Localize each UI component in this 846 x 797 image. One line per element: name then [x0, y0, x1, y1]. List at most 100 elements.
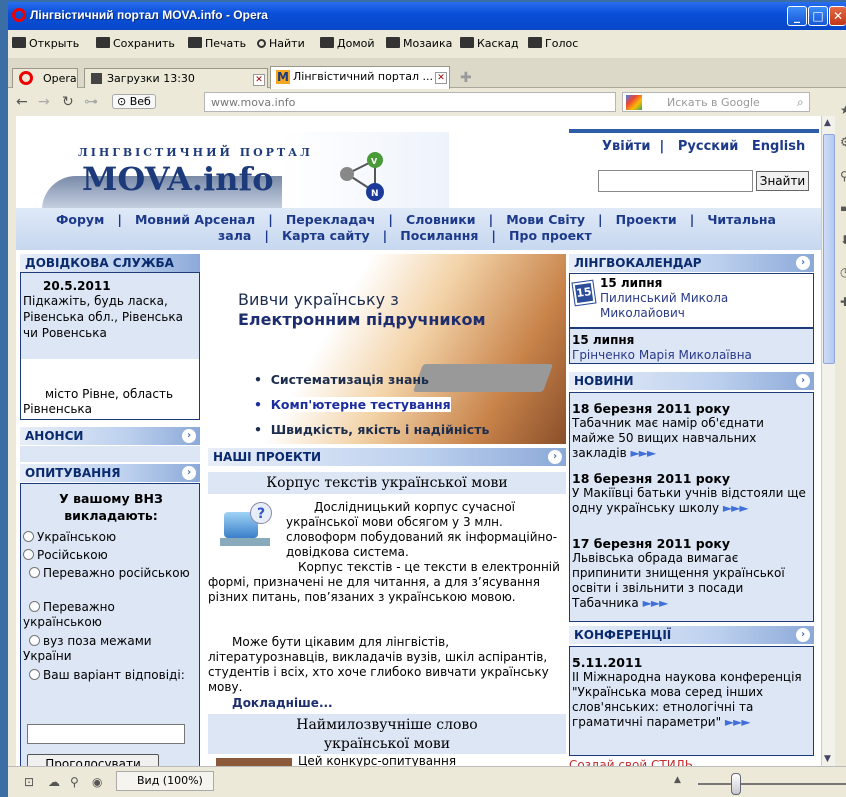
more-arrows-icon[interactable]: ►►► — [631, 446, 657, 460]
laptop-image — [412, 364, 554, 392]
vote-button[interactable]: Проголосувати — [27, 754, 159, 766]
minimize-button[interactable]: _ — [787, 6, 807, 26]
corpus-desc-2: Корпус текстів - це тексти в електронній… — [208, 560, 560, 604]
downloads-icon[interactable]: ⬇ — [840, 233, 846, 247]
microphone-icon — [528, 37, 542, 48]
poll-custom-input[interactable] — [27, 724, 185, 744]
poll-option[interactable]: Переважно українською — [23, 600, 197, 634]
announce-header[interactable]: АНОНСИ › — [20, 427, 200, 445]
login-link[interactable]: Увійти — [602, 139, 650, 154]
news-item[interactable]: 18 березня 2011 року Табачник має намір … — [572, 401, 810, 461]
more-arrows-icon[interactable]: ►►► — [643, 596, 669, 610]
add-panel-icon[interactable]: ✚ — [840, 295, 846, 309]
more-arrows-icon[interactable]: ►►► — [723, 501, 749, 515]
web-badge[interactable]: ⊙ Веб — [112, 94, 156, 109]
projects-header[interactable]: НАШІ ПРОЕКТИ › — [208, 448, 566, 466]
unite-icon[interactable]: ⚲ — [70, 775, 79, 789]
radio-icon[interactable] — [29, 601, 40, 612]
help-answer-2: Рівненська — [23, 402, 92, 416]
radio-icon[interactable] — [23, 531, 34, 542]
calendar-entry-2[interactable]: 15 липня Грінченко Марія Миколаївна — [569, 328, 814, 364]
unite-icon[interactable]: ⚲ — [840, 169, 846, 183]
panel-toggle-icon[interactable]: ⊡ — [24, 775, 34, 789]
tab-downloads[interactable]: Загрузки 13:30 ✕ — [84, 68, 268, 88]
conference-panel[interactable]: 5.11.2011 ІІ Міжнародна наукова конферен… — [569, 646, 814, 756]
close-tab-icon[interactable]: ✕ — [253, 74, 265, 86]
back-icon[interactable]: ← — [16, 94, 28, 110]
bookmarks-icon[interactable]: ★ — [840, 103, 846, 117]
title-bar: Лінгвістичний портал MOVA.info - Opera _… — [8, 2, 846, 30]
url-input[interactable]: www.mova.info — [204, 92, 616, 112]
poll-option[interactable]: Російською — [23, 548, 197, 566]
turbo-icon[interactable]: ☁ — [48, 775, 60, 789]
calendar-name[interactable]: Грінченко Марія Миколаївна — [572, 348, 752, 362]
poll-option[interactable]: Переважно російською — [23, 566, 197, 600]
vertical-scrollbar[interactable]: ▲ ▼ — [821, 116, 835, 766]
search-button[interactable]: Знайти — [756, 171, 809, 191]
close-tab-icon[interactable]: ✕ — [435, 72, 447, 84]
zoom-slider-track[interactable] — [698, 783, 846, 785]
printer-icon — [188, 37, 202, 48]
tab-mova[interactable]: M Лінгвістичний портал ... ✕ — [270, 66, 450, 89]
search-icon[interactable]: ⌕ — [797, 95, 804, 110]
poll-option[interactable]: Ваш варіант відповіді: — [23, 668, 197, 698]
google-search-input[interactable]: Искать в Google — [622, 92, 810, 112]
scroll-thumb[interactable] — [823, 134, 835, 364]
read-more-link[interactable]: Докладніше... — [232, 696, 333, 710]
dragonfly-icon[interactable]: ◉ — [92, 775, 102, 789]
help-header[interactable]: ДОВІДКОВА СЛУЖБА — [20, 254, 200, 272]
radio-icon[interactable] — [29, 635, 40, 646]
zoom-slider-thumb[interactable] — [731, 773, 741, 795]
forward-icon[interactable]: → — [38, 94, 50, 110]
corpus-title[interactable]: Корпус текстів української мови — [208, 472, 566, 494]
tile-button[interactable]: Мозаика — [386, 37, 452, 50]
reload-icon[interactable]: ↻ — [62, 94, 74, 110]
zoom-out-icon[interactable]: ▲ — [674, 775, 681, 785]
radio-icon[interactable] — [29, 567, 40, 578]
tab-opera-menu[interactable]: Opera — [12, 68, 78, 88]
scroll-up-icon[interactable]: ▲ — [824, 118, 831, 128]
save-button[interactable]: Сохранить — [96, 37, 175, 50]
poll-option[interactable]: Українською — [23, 530, 197, 548]
lang-en-link[interactable]: English — [752, 139, 805, 154]
calendar-header[interactable]: ЛІНГВОКАЛЕНДАР › — [569, 254, 814, 272]
arrow-icon: › — [796, 374, 810, 388]
textbook-banner[interactable]: Вивчи українську з Електронним підручник… — [208, 254, 566, 444]
corpus-desc-3: Може бути цікавим для лінгвістів, літера… — [208, 635, 549, 694]
radio-icon[interactable] — [23, 549, 34, 560]
notes-icon[interactable]: ▬ — [840, 201, 846, 215]
lang-ru-link[interactable]: Русский — [678, 139, 738, 154]
site-logo[interactable]: ЛІНГВІСТИЧНИЙ ПОРТАЛ MOVA.info N V — [24, 132, 449, 212]
print-button[interactable]: Печать — [188, 37, 246, 50]
close-button[interactable]: ✕ — [829, 6, 846, 26]
key-icon[interactable]: ⊶ — [84, 94, 98, 110]
poll-header[interactable]: ОПИТУВАННЯ › — [20, 464, 200, 482]
site-search-input[interactable] — [598, 170, 753, 192]
open-button[interactable]: Открыть — [12, 37, 79, 50]
style-teaser[interactable]: Создай свой СТИЛЬ — [569, 758, 814, 766]
maximize-button[interactable]: □ — [808, 6, 828, 26]
conferences-header[interactable]: КОНФЕРЕНЦІЇ › — [569, 626, 814, 644]
nav-row-2[interactable]: зала | Карта сайту | Посилання | Про про… — [218, 228, 592, 243]
calendar-name[interactable]: Пилинський Микола Миколайович — [600, 291, 800, 321]
radio-icon[interactable] — [29, 669, 40, 680]
contest-title[interactable]: Наймилозвучніше слово української мови — [208, 714, 566, 754]
new-tab-button[interactable]: ✚ — [460, 70, 472, 86]
tile-icon — [386, 37, 400, 48]
news-item[interactable]: 17 березня 2011 року Львівська обрада ви… — [572, 536, 810, 611]
home-button[interactable]: Домой — [320, 37, 375, 50]
more-arrows-icon[interactable]: ►►► — [725, 715, 751, 729]
nav-row-1[interactable]: Форум | Мовний Арсенал | Перекладач | Сл… — [56, 212, 776, 227]
cascade-button[interactable]: Каскад — [460, 37, 519, 50]
history-icon[interactable]: ◷ — [840, 265, 846, 279]
zoom-indicator[interactable]: Вид (100%) — [116, 771, 214, 791]
poll-option[interactable]: вуз поза межами України — [23, 634, 197, 668]
help-question[interactable]: Підкажіть, будь ласка, Рівенська обл., Р… — [23, 293, 197, 341]
widgets-icon[interactable]: ⚙ — [840, 135, 846, 149]
news-header[interactable]: НОВИНИ › — [569, 372, 814, 390]
news-item[interactable]: 18 березня 2011 року У Макіївці батьки у… — [572, 471, 810, 516]
find-button[interactable]: Найти — [257, 37, 305, 50]
calendar-entry-1[interactable]: 15 15 липня Пилинський Микола Миколайови… — [569, 273, 814, 328]
voice-button[interactable]: Голос — [528, 37, 578, 50]
scroll-down-icon[interactable]: ▼ — [824, 754, 831, 764]
